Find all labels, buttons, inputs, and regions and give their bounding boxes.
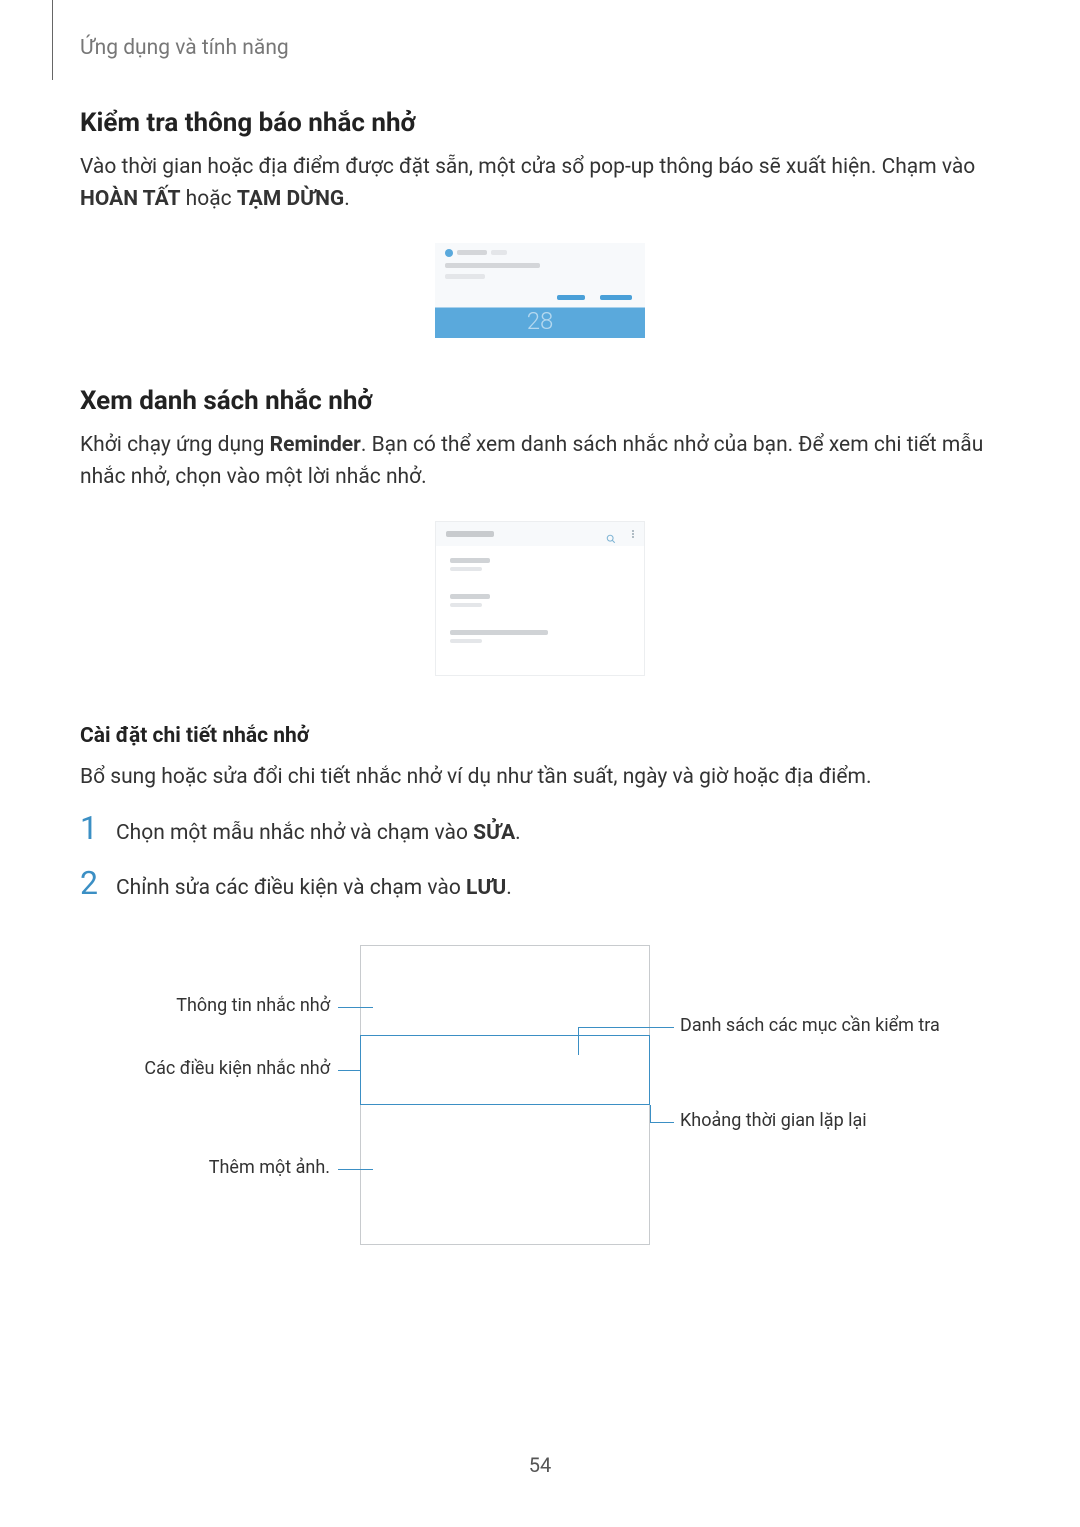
reminder-list-figure [435,521,645,676]
placeholder-line [450,630,548,635]
page-header-section: Ứng dụng và tính năng [80,36,289,60]
label-snooze: TẠM DỪNG [237,187,344,211]
paragraph-reminder-details: Bổ sung hoặc sửa đổi chi tiết nhắc nhở v… [80,762,1000,794]
text-part: . [515,821,521,845]
step-text: Chỉnh sửa các điều kiện và chạm vào LƯU. [116,873,512,905]
list-item [450,558,490,571]
text-part: hoặc [180,187,236,211]
step-number: 2 [80,867,116,899]
placeholder-title [446,531,494,537]
callout-line [650,1122,674,1123]
placeholder-line [450,639,482,643]
label-reminder-app: Reminder [270,433,361,457]
callout-reminder-conditions: Các điều kiện nhắc nhở [80,1058,330,1079]
placeholder-line [450,558,490,563]
text-part: . [506,876,512,900]
paragraph-check-reminders: Vào thời gian hoặc địa điểm được đặt sẵn… [80,152,1000,215]
notification-popup-figure: 28 [435,243,645,338]
reminder-detail-diagram: Thông tin nhắc nhở Các điều kiện nhắc nh… [80,945,1000,1275]
callout-line [650,1105,651,1123]
placeholder-line [450,603,482,607]
callout-line [338,1169,373,1170]
text-part: . [344,187,350,211]
main-content: Kiểm tra thông báo nhắc nhở Vào thời gia… [80,108,1000,1275]
popup-date-number: 28 [527,307,554,335]
placeholder-line [457,250,487,255]
placeholder-button [557,295,585,300]
placeholder-line [491,250,507,255]
step-text: Chọn một mẫu nhắc nhở và chạm vào SỬA. [116,818,521,850]
callout-reminder-info: Thông tin nhắc nhở [80,995,330,1016]
callout-line [338,1007,373,1008]
placeholder-line [445,274,485,279]
heading-reminder-details: Cài đặt chi tiết nhắc nhở [80,724,1000,748]
list-item [450,594,490,607]
bell-icon [445,249,453,257]
placeholder-line [450,594,490,599]
callout-line [578,1027,579,1055]
callout-line [578,1027,674,1028]
callout-checklist: Danh sách các mục cần kiểm tra [680,1015,940,1036]
paragraph-view-reminder-list: Khởi chạy ứng dụng Reminder. Bạn có thể … [80,430,1000,493]
page-number: 54 [529,1453,551,1477]
text-part: Chỉnh sửa các điều kiện và chạm vào [116,876,466,900]
placeholder-line [445,263,540,268]
placeholder-button [600,295,632,300]
page-margin-line [52,0,53,80]
step-2: 2 Chỉnh sửa các điều kiện và chạm vào LƯ… [80,867,1000,905]
label-complete: HOÀN TẤT [80,187,180,211]
step-number: 1 [80,812,116,844]
placeholder-line [450,567,482,571]
search-icon [606,529,616,539]
highlighted-region [360,1035,650,1105]
heading-check-reminders: Kiểm tra thông báo nhắc nhở [80,108,1000,138]
more-icon [632,530,634,538]
list-item [450,630,548,643]
callout-repeat-interval: Khoảng thời gian lặp lại [680,1110,867,1131]
text-part: Khởi chạy ứng dụng [80,433,270,457]
label-edit: SỬA [473,821,515,845]
heading-view-reminder-list: Xem danh sách nhắc nhở [80,386,1000,416]
step-1: 1 Chọn một mẫu nhắc nhở và chạm vào SỬA. [80,812,1000,850]
text-part: Vào thời gian hoặc địa điểm được đặt sẵn… [80,155,975,179]
label-save: LƯU [466,876,506,900]
callout-line [338,1070,360,1071]
callout-add-image: Thêm một ảnh. [80,1157,330,1178]
text-part: Chọn một mẫu nhắc nhở và chạm vào [116,821,473,845]
